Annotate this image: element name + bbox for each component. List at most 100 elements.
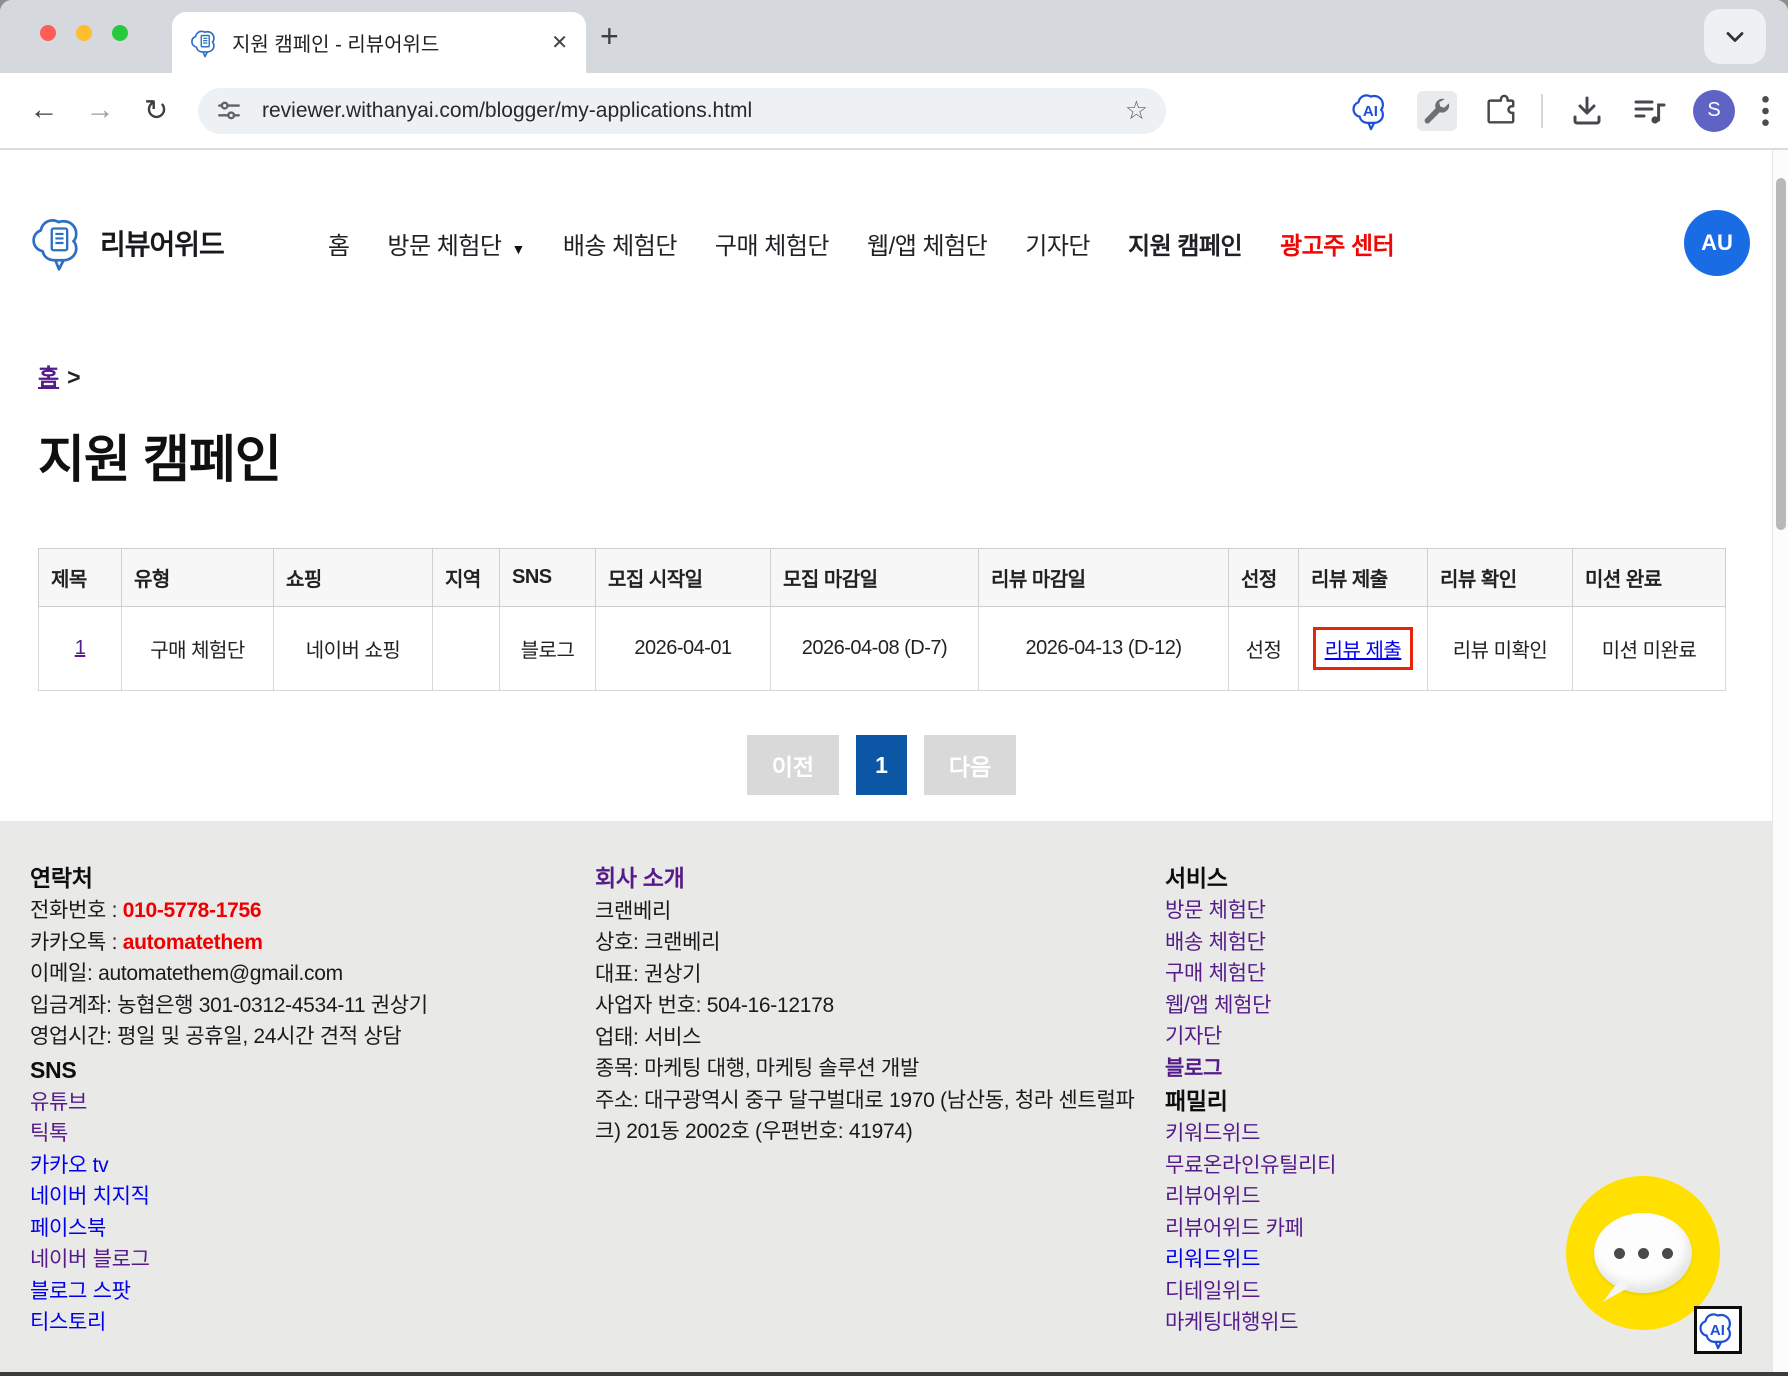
cell-recruit-end: 2026-04-08 (D-7)	[771, 607, 979, 691]
browser-tab[interactable]: 지원 캠페인 - 리뷰어위드 ✕	[172, 12, 586, 73]
close-window-button[interactable]	[40, 25, 56, 41]
review-submit-link[interactable]: 리뷰 제출	[1325, 640, 1402, 662]
pagination-page-1-button[interactable]: 1	[856, 735, 907, 795]
col-type: 유형	[122, 549, 274, 607]
nav-applied-campaigns[interactable]: 지원 캠페인	[1128, 226, 1242, 261]
nav-webapp-experience[interactable]: 웹/앱 체험단	[867, 226, 987, 261]
nav-visit-experience[interactable]: 방문 체험단▼	[387, 226, 524, 261]
pagination-prev-button[interactable]: 이전	[747, 735, 839, 795]
media-controls-button[interactable]	[1631, 93, 1667, 129]
family-link-free-online-utility[interactable]: 무료온라인유틸리티	[1165, 1154, 1336, 1177]
service-link-purchase[interactable]: 구매 체험단	[1165, 962, 1266, 985]
ai-badge[interactable]: AI	[1694, 1306, 1742, 1354]
col-region: 지역	[433, 549, 500, 607]
sns-link-kakao-tv[interactable]: 카카오 tv	[30, 1154, 108, 1177]
kakao-label: 카카오톡 :	[30, 931, 117, 954]
site-logo[interactable]: 리뷰어위드	[30, 214, 224, 272]
family-link-reviewerwith-cafe[interactable]: 리뷰어위드 카페	[1165, 1217, 1304, 1240]
family-link-detailwith[interactable]: 디테일위드	[1165, 1280, 1260, 1303]
phone-link[interactable]: 010-5778-1756	[123, 899, 262, 922]
sns-link-tistory[interactable]: 티스토리	[30, 1311, 106, 1334]
tab-strip: 지원 캠페인 - 리뷰어위드 ✕ +	[0, 0, 1788, 73]
nav-press-corps[interactable]: 기자단	[1025, 226, 1090, 261]
playlist-music-icon	[1631, 93, 1667, 129]
bubble-dot	[1614, 1248, 1625, 1259]
reload-button[interactable]: ↻	[136, 93, 176, 128]
company-name: 크랜베리	[595, 896, 1135, 928]
new-tab-button[interactable]: +	[600, 16, 619, 56]
page-scrollbar	[1772, 150, 1788, 1374]
col-review-submit: 리뷰 제출	[1299, 549, 1428, 607]
tab-search-button[interactable]	[1704, 9, 1766, 64]
browser-profile-avatar[interactable]: S	[1693, 90, 1735, 132]
scrollbar-thumb[interactable]	[1776, 178, 1786, 530]
cell-title: 1	[39, 607, 122, 691]
service-link-delivery[interactable]: 배송 체험단	[1165, 931, 1266, 954]
ai-brain-icon: AI	[1698, 1310, 1738, 1350]
chevron-down-icon	[1721, 23, 1749, 51]
sns-link-tiktok[interactable]: 틱톡	[30, 1122, 68, 1145]
site-info-icon[interactable]	[216, 98, 242, 124]
back-button[interactable]: ←	[24, 94, 64, 127]
applications-table: 제목 유형 쇼핑 지역 SNS 모집 시작일 모집 마감일 리뷰 마감일 선정 …	[38, 548, 1726, 691]
bookmark-star-icon[interactable]: ☆	[1125, 95, 1148, 126]
ai-brain-icon: AI	[1351, 91, 1391, 131]
contact-email: 이메일: automatethem@gmail.com	[30, 958, 595, 990]
wrench-extension-icon[interactable]	[1417, 91, 1457, 131]
service-link-visit[interactable]: 방문 체험단	[1165, 899, 1266, 922]
puzzle-icon	[1483, 94, 1517, 128]
company-trade-name: 상호: 크랜베리	[595, 927, 1135, 959]
company-address: 주소: 대구광역시 중구 달구벌대로 1970 (남산동, 청라 센트럴파크) …	[595, 1085, 1135, 1148]
cell-review-deadline: 2026-04-13 (D-12)	[979, 607, 1229, 691]
campaign-title-link[interactable]: 1	[75, 637, 86, 659]
nav-delivery-experience[interactable]: 배송 체험단	[563, 226, 677, 261]
ai-extension-icon[interactable]: AI	[1351, 91, 1391, 131]
nav-advertiser-center[interactable]: 광고주 센터	[1280, 226, 1394, 261]
sns-links: 유튜브 틱톡 카카오 tv 네이버 치지직 페이스북 네이버 블로그 블로그 스…	[30, 1087, 595, 1339]
sns-link-youtube[interactable]: 유튜브	[30, 1091, 87, 1114]
service-link-press[interactable]: 기자단	[1165, 1025, 1222, 1048]
address-bar[interactable]: reviewer.withanyai.com/blogger/my-applic…	[198, 88, 1166, 134]
nav-purchase-experience[interactable]: 구매 체험단	[715, 226, 829, 261]
main-content: 홈> 지원 캠페인 제목 유형 쇼핑 지역 SNS 모집 시작일	[0, 358, 1788, 795]
fullscreen-window-button[interactable]	[112, 25, 128, 41]
service-link-webapp[interactable]: 웹/앱 체험단	[1165, 994, 1271, 1017]
services-heading: 서비스	[1165, 861, 1750, 895]
sns-heading: SNS	[30, 1053, 595, 1087]
family-link-keywordwith[interactable]: 키워드위드	[1165, 1122, 1260, 1145]
dropdown-arrow-icon: ▼	[511, 241, 524, 257]
kakao-id: automatethem	[123, 931, 263, 954]
service-link-blog[interactable]: 블로그	[1165, 1057, 1222, 1080]
contact-phone: 전화번호 : 010-5778-1756	[30, 895, 595, 927]
page-viewport: 리뷰어위드 홈 방문 체험단▼ 배송 체험단 구매 체험단 웹/앱 체험단 기자…	[0, 150, 1788, 1374]
sns-link-blogspot[interactable]: 블로그 스팟	[30, 1280, 131, 1303]
cell-shopping: 네이버 쇼핑	[274, 607, 433, 691]
company-info: 크랜베리 상호: 크랜베리 대표: 권상기 사업자 번호: 504-16-121…	[595, 896, 1135, 1148]
company-intro-link[interactable]: 회사 소개	[595, 861, 685, 895]
window-bottom-edge	[0, 1372, 1788, 1376]
browser-menu-button[interactable]	[1761, 94, 1770, 128]
cell-sns: 블로그	[500, 607, 596, 691]
col-recruit-start: 모집 시작일	[596, 549, 771, 607]
brand-brain-icon	[30, 214, 88, 272]
family-link-rewardwith[interactable]: 리워드위드	[1165, 1248, 1260, 1271]
family-link-reviewerwith[interactable]: 리뷰어위드	[1165, 1185, 1260, 1208]
breadcrumb-home-link[interactable]: 홈	[38, 364, 59, 390]
company-business-item: 종목: 마케팅 대행, 마케팅 솔루션 개발	[595, 1053, 1135, 1085]
family-link-marketing-agency-with[interactable]: 마케팅대행위드	[1165, 1311, 1298, 1334]
col-mission: 미션 완료	[1573, 549, 1726, 607]
pagination-next-button[interactable]: 다음	[924, 735, 1016, 795]
sns-link-naver-blog[interactable]: 네이버 블로그	[30, 1248, 150, 1271]
minimize-window-button[interactable]	[76, 25, 92, 41]
company-business-number: 사업자 번호: 504-16-12178	[595, 990, 1135, 1022]
phone-label: 전화번호 :	[30, 899, 117, 922]
nav-home[interactable]: 홈	[328, 226, 350, 261]
downloads-button[interactable]	[1569, 93, 1605, 129]
contact-bank: 입금계좌: 농협은행 301-0312-4534-11 권상기	[30, 990, 595, 1022]
extensions-button[interactable]	[1483, 94, 1517, 128]
forward-button[interactable]: →	[80, 94, 120, 127]
user-avatar[interactable]: AU	[1684, 210, 1750, 276]
sns-link-naver-chzzk[interactable]: 네이버 치지직	[30, 1185, 150, 1208]
tab-close-icon[interactable]: ✕	[551, 30, 568, 55]
sns-link-facebook[interactable]: 페이스북	[30, 1217, 106, 1240]
